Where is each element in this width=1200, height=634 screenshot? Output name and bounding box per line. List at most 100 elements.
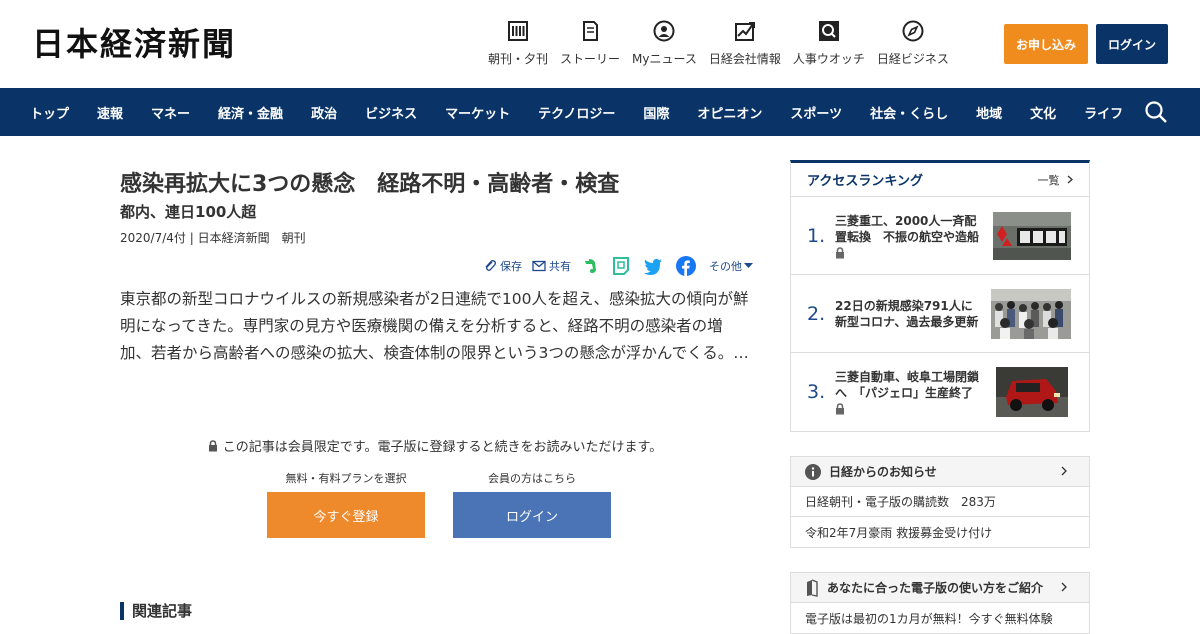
paywall-text: この記事は会員限定です。電子版に登録すると続きをお読みいただけます。: [222, 440, 663, 455]
ranking-thumbnail[interactable]: [991, 289, 1071, 339]
nav-item[interactable]: マーケット: [445, 103, 510, 122]
site-logo[interactable]: 日本経済新聞: [32, 26, 236, 62]
nav-item[interactable]: テクノロジー: [538, 103, 615, 122]
nav-item[interactable]: 経済・金融: [218, 103, 283, 122]
ranking-item[interactable]: 2. 22日の新規感染791人に 新型コロナ、過去最多更新: [791, 275, 1089, 353]
newspaper-icon: [507, 20, 529, 42]
save-label: 保存: [500, 260, 522, 273]
nav-item[interactable]: 国際: [643, 103, 669, 122]
note-button[interactable]: [612, 256, 633, 276]
more-label: その他: [709, 260, 742, 273]
header-nav-nikkei-business[interactable]: 日経ビジネス: [877, 20, 949, 67]
book-icon: [807, 578, 818, 597]
ranking-number: 1.: [807, 224, 826, 247]
login-caption: 会員の方はこちら: [488, 472, 576, 485]
ranking-item[interactable]: 3. 三菱自動車、岐阜工場閉鎖へ 「パジェロ」生産終了: [791, 353, 1089, 431]
nav-item[interactable]: オピニオン: [697, 103, 762, 122]
chevron-right-icon: [1067, 175, 1073, 183]
info-icon: [805, 463, 821, 480]
lock-icon: [208, 439, 217, 451]
ranking-more-link[interactable]: 一覧: [1038, 172, 1074, 188]
evernote-icon: [585, 259, 596, 273]
more-button[interactable]: その他: [709, 258, 756, 274]
share-toolbar: 保存 共有 その他: [473, 256, 756, 276]
ranking-number: 3.: [807, 381, 826, 403]
user-icon: [653, 20, 675, 42]
clip-icon: [485, 260, 496, 271]
search-person-icon: [818, 20, 840, 42]
header-nav-label: ストーリー: [560, 52, 621, 66]
header-nav-my-news[interactable]: Myニュース: [632, 20, 697, 67]
article-subtitle: 都内、連日100人超: [120, 203, 257, 221]
lock-icon: [836, 403, 844, 415]
ranking-thumbnail[interactable]: [993, 212, 1071, 260]
header-nav-label: 日経ビジネス: [876, 52, 949, 66]
main-nav: トップ 速報 マネー 経済・金融 政治 ビジネス マーケット テクノロジー 国際 オピニオン スポー…: [0, 88, 1200, 136]
header-login-button[interactable]: ログイン: [1096, 24, 1168, 64]
header-nav-label: 人事ウオッチ: [792, 52, 865, 66]
share-button[interactable]: 共有: [532, 258, 571, 274]
search-icon[interactable]: [1144, 100, 1168, 124]
ranking-title: アクセスランキング: [807, 174, 923, 189]
chevron-right-icon: [1061, 466, 1067, 476]
nav-item[interactable]: 政治: [311, 103, 337, 122]
paywall-message: この記事は会員限定です。電子版に登録すると続きをお読みいただけます。: [110, 436, 760, 455]
site-header: 日本経済新聞 朝刊・夕刊 ストーリー Myニュース 日経会社情報 人事ウオッチ …: [0, 0, 1200, 88]
note-icon: [613, 257, 629, 275]
related-articles-heading: 関連記事: [120, 602, 192, 620]
login-button[interactable]: ログイン: [453, 492, 611, 538]
nav-item[interactable]: マネー: [151, 103, 190, 122]
mail-icon: [532, 260, 546, 272]
chevron-right-icon: [1061, 582, 1067, 592]
header-nav-morning-evening[interactable]: 朝刊・夕刊: [488, 20, 548, 67]
nav-item[interactable]: トップ: [30, 103, 69, 122]
caret-down-icon: [744, 263, 753, 268]
paywall-actions: 無料・有料プランを選択 今すぐ登録 会員の方はこちら ログイン: [267, 470, 611, 538]
story-icon: [579, 20, 601, 42]
usage-guide: あなたに合った電子版の使い方をご紹介 電子版は最初の1カ月が無料！今すぐ無料体験: [790, 572, 1090, 634]
ranking-headline-text: 三菱重工、2000人一斉配置転換 不振の航空や造船: [835, 213, 980, 244]
header-nav-label: Myニュース: [632, 52, 697, 66]
login-group: 会員の方はこちら ログイン: [453, 470, 611, 538]
notices-header[interactable]: 日経からのお知らせ: [791, 457, 1089, 487]
twitter-button[interactable]: [643, 258, 666, 275]
evernote-button[interactable]: [581, 257, 602, 275]
header-nav-personnel-watch[interactable]: 人事ウオッチ: [793, 20, 865, 67]
nav-item[interactable]: ライフ: [1084, 103, 1123, 122]
header-nav-label: 朝刊・夕刊: [488, 52, 549, 66]
subscribe-button[interactable]: お申し込み: [1004, 24, 1088, 64]
paywall: この記事は会員限定です。電子版に登録すると続きをお読みいただけます。 無料・有料…: [120, 436, 760, 538]
save-button[interactable]: 保存: [483, 258, 522, 274]
ranking-thumbnail[interactable]: [996, 367, 1068, 417]
sidebar: アクセスランキング 一覧 1. 三菱重工、2000人一斉配置転換 不振の航空や造…: [790, 160, 1090, 634]
notice-item[interactable]: 令和2年7月豪雨 救援募金受け付け: [791, 517, 1089, 547]
guide-title: あなたに合った電子版の使い方をご紹介: [827, 581, 1044, 595]
register-group: 無料・有料プランを選択 今すぐ登録: [267, 470, 425, 538]
facebook-button[interactable]: [676, 256, 699, 276]
header-nav-company-info[interactable]: 日経会社情報: [709, 20, 781, 67]
ranking-headline-text: 三菱自動車、岐阜工場閉鎖へ 「パジェロ」生産終了: [835, 370, 980, 400]
header-nav-story[interactable]: ストーリー: [560, 20, 620, 67]
guide-header[interactable]: あなたに合った電子版の使い方をご紹介: [791, 573, 1089, 603]
notice-item[interactable]: 日経朝刊・電子版の購読数 283万: [791, 487, 1089, 517]
nav-item[interactable]: 社会・くらし: [870, 103, 948, 122]
nav-item[interactable]: 地域: [976, 103, 1002, 122]
nikkei-notices: 日経からのお知らせ 日経朝刊・電子版の購読数 283万 令和2年7月豪雨 救援募…: [790, 456, 1090, 548]
article-title: 感染再拡大に3つの懸念 経路不明・高齢者・検査: [120, 172, 620, 197]
ranking-number: 2.: [807, 302, 826, 325]
nav-item[interactable]: ビジネス: [365, 103, 417, 122]
nav-item[interactable]: 速報: [97, 103, 123, 122]
article: 感染再拡大に3つの懸念 経路不明・高齢者・検査 都内、連日100人超 2020/…: [120, 160, 760, 620]
register-caption: 無料・有料プランを選択: [285, 472, 407, 485]
notices-title: 日経からのお知らせ: [829, 465, 937, 479]
ranking-item[interactable]: 1. 三菱重工、2000人一斉配置転換 不振の航空や造船: [791, 197, 1089, 275]
register-button[interactable]: 今すぐ登録: [267, 492, 425, 538]
nav-item[interactable]: 文化: [1030, 103, 1056, 122]
guide-item[interactable]: 電子版は最初の1カ月が無料！今すぐ無料体験: [791, 603, 1089, 633]
access-ranking: アクセスランキング 一覧 1. 三菱重工、2000人一斉配置転換 不振の航空や造…: [790, 160, 1090, 432]
header-nav-label: 日経会社情報: [708, 52, 781, 66]
ranking-header: アクセスランキング 一覧: [791, 163, 1089, 197]
lock-icon: [836, 246, 844, 258]
header-nav: 朝刊・夕刊 ストーリー Myニュース 日経会社情報 人事ウオッチ 日経ビジネス: [488, 20, 961, 67]
nav-item[interactable]: スポーツ: [790, 103, 842, 122]
